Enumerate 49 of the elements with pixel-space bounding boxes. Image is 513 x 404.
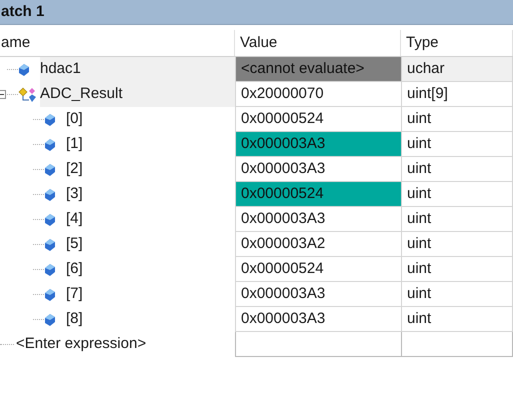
variable-icon — [44, 288, 56, 302]
struct-icon — [18, 86, 38, 104]
column-header[interactable]: Value — [235, 30, 401, 56]
variable-icon — [44, 112, 56, 126]
column-header[interactable]: ame — [0, 30, 235, 56]
column-header[interactable]: Type — [401, 30, 513, 56]
type-cell: uint — [401, 182, 513, 207]
type-cell: uint[9] — [401, 82, 513, 107]
variable-name: [8] — [66, 309, 84, 330]
value-cell: 0x000003A3 — [235, 157, 401, 182]
type-cell: uint — [401, 257, 513, 282]
type-cell: uint — [401, 282, 513, 307]
variable-name: hdac1 — [40, 57, 235, 82]
variable-icon — [44, 238, 56, 252]
window-title: atch 1 — [0, 0, 513, 25]
value-cell: 0x000003A3 — [235, 307, 401, 332]
value-cell: 0x00000524 — [235, 257, 401, 282]
value-cell: <cannot evaluate> — [235, 57, 401, 82]
variable-name: [0] — [66, 109, 84, 130]
variable-icon — [44, 212, 56, 226]
variable-name: [1] — [66, 134, 84, 154]
value-cell: 0x000003A2 — [235, 232, 401, 257]
variable-name: ADC_Result — [40, 82, 235, 107]
variable-icon — [44, 188, 56, 202]
value-cell: 0x000003A3 — [235, 282, 401, 307]
type-cell: uint — [401, 207, 513, 232]
variable-icon — [18, 62, 30, 76]
value-cell: 0x000003A3 — [235, 207, 401, 232]
variable-name: [2] — [66, 159, 84, 180]
value-cell: 0x20000070 — [235, 82, 401, 107]
value-cell: 0x000003A3 — [235, 132, 401, 157]
type-cell: uint — [401, 157, 513, 182]
type-cell: uint — [401, 232, 513, 257]
value-cell: 0x00000524 — [235, 107, 401, 132]
variable-name: [4] — [66, 209, 84, 230]
type-cell: uint — [401, 132, 513, 157]
variable-icon — [44, 312, 56, 326]
variable-name: [3] — [66, 184, 84, 204]
variable-icon — [44, 262, 56, 276]
enter-expression-field[interactable]: <Enter expression> — [16, 333, 146, 356]
type-cell: uint — [401, 307, 513, 332]
type-cell: uint — [401, 107, 513, 132]
variable-icon — [44, 162, 56, 176]
type-cell: uchar — [401, 57, 513, 82]
value-cell: 0x00000524 — [235, 182, 401, 207]
variable-name: [6] — [66, 259, 84, 280]
variable-name: [7] — [66, 284, 84, 304]
variable-name: [5] — [66, 234, 84, 254]
variable-icon — [44, 138, 56, 152]
